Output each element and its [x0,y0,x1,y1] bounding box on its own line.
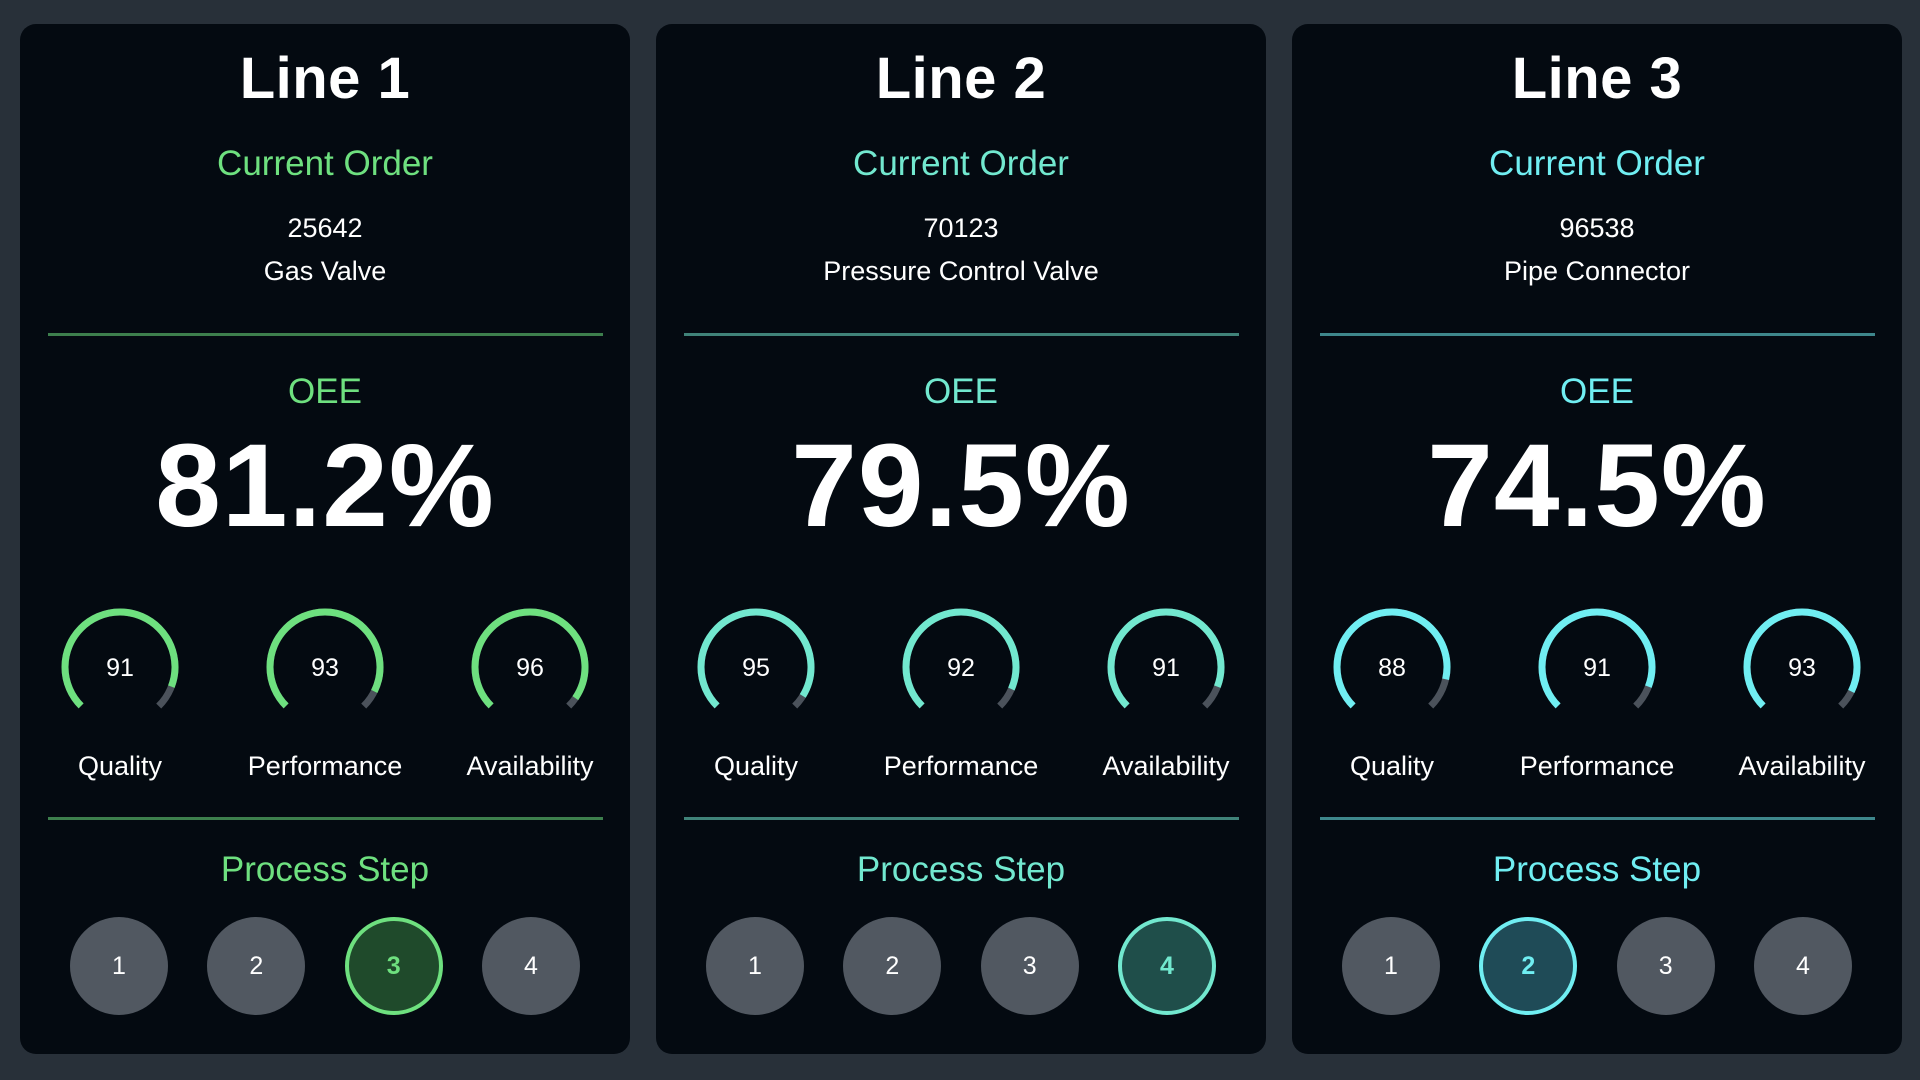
oee-label: OEE [1560,372,1634,411]
current-order-label: Current Order [1489,144,1705,183]
order-product: Pressure Control Valve [823,256,1099,286]
gauge-label: Quality [713,751,799,781]
order-number: 96538 [1559,213,1635,243]
gauge-value: 91 [1152,654,1180,682]
process-step-1[interactable]: 1 [1342,917,1440,1015]
gauge-dial: 93 [1743,608,1861,726]
gauge-label: Quality [77,751,163,781]
process-steps: 1234 [706,917,1216,1015]
oee-value: 81.2% [155,420,495,552]
gauge-value: 92 [947,654,975,682]
gauge-dial: 88 [1333,608,1451,726]
current-order-label: Current Order [217,144,433,183]
line-title: Line 2 [875,46,1047,111]
gauge-label: Availability [1102,751,1230,781]
oee-label: OEE [924,372,998,411]
gauge-dial: 91 [1107,608,1225,726]
process-step-2[interactable]: 2 [843,917,942,1015]
process-step-2[interactable]: 2 [207,917,306,1015]
divider [47,333,603,336]
line-panel-1: Line 1 Current Order 25642 Gas Valve OEE… [20,24,630,1054]
gauge-value: 91 [1583,654,1611,682]
gauge-label: Availability [466,751,594,781]
order-number: 25642 [287,213,363,243]
gauge-availability: 96 Availability [430,597,630,780]
process-step-1[interactable]: 1 [70,917,168,1015]
process-step-4[interactable]: 4 [1117,917,1216,1015]
divider [683,817,1239,820]
gauge-value: 95 [742,654,770,682]
gauge-quality: 95 Quality [656,597,856,780]
gauge-label: Performance [1519,751,1675,781]
gauge-label: Availability [1738,751,1866,781]
gauge-value: 93 [1788,654,1816,682]
gauge-dial: 91 [1538,608,1656,726]
gauge-availability: 93 Availability [1702,597,1902,780]
gauge-performance: 91 Performance [1497,597,1697,780]
gauge-quality: 91 Quality [20,597,220,780]
gauge-dial: 92 [902,608,1020,726]
process-step-3[interactable]: 3 [344,917,443,1015]
gauge-value: 96 [516,654,544,682]
gauge-dial: 95 [697,608,815,726]
order-product: Gas Valve [263,256,387,286]
gauge-label: Performance [883,751,1039,781]
divider [1319,333,1875,336]
process-steps: 1234 [1342,917,1852,1015]
gauge-value: 91 [106,654,134,682]
gauge-performance: 92 Performance [861,597,1061,780]
gauge-availability: 91 Availability [1066,597,1266,780]
current-order-label: Current Order [853,144,1069,183]
process-step-3[interactable]: 3 [1616,917,1715,1015]
process-step-2[interactable]: 2 [1479,917,1578,1015]
process-steps: 1234 [70,917,580,1015]
gauge-label: Performance [247,751,403,781]
process-step-4[interactable]: 4 [1753,917,1852,1015]
gauge-row: 95 Quality 92 Performance 91 Availability [656,597,1266,780]
oee-label: OEE [288,372,362,411]
order-product: Pipe Connector [1503,256,1691,286]
gauge-dial: 96 [471,608,589,726]
gauge-value: 88 [1378,654,1406,682]
divider [683,333,1239,336]
dashboard: Line 1 Current Order 25642 Gas Valve OEE… [0,0,1920,1080]
gauge-label: Quality [1349,751,1435,781]
gauge-dial: 93 [266,608,384,726]
process-step-1[interactable]: 1 [706,917,804,1015]
line-panel-3: Line 3 Current Order 96538 Pipe Connecto… [1292,24,1902,1054]
gauge-row: 88 Quality 91 Performance 93 Availability [1292,597,1902,780]
line-panel-2: Line 2 Current Order 70123 Pressure Cont… [656,24,1266,1054]
gauge-dial: 91 [61,608,179,726]
divider [47,817,603,820]
divider [1319,817,1875,820]
oee-value: 74.5% [1427,420,1767,552]
gauge-quality: 88 Quality [1292,597,1492,780]
order-number: 70123 [923,213,999,243]
process-step-4[interactable]: 4 [481,917,580,1015]
gauge-performance: 93 Performance [225,597,425,780]
oee-value: 79.5% [791,420,1131,552]
line-title: Line 1 [239,46,411,111]
gauge-row: 91 Quality 93 Performance 96 Availability [20,597,630,780]
process-step-label: Process Step [1492,850,1702,889]
line-title: Line 3 [1511,46,1683,111]
process-step-label: Process Step [220,850,430,889]
process-step-3[interactable]: 3 [980,917,1079,1015]
gauge-value: 93 [311,654,339,682]
process-step-label: Process Step [856,850,1066,889]
